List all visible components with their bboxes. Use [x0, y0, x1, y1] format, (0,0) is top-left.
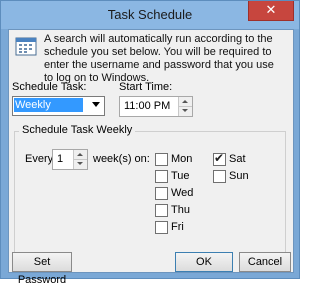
checkbox-mon[interactable] [155, 153, 168, 166]
day-label-fri: Fri [171, 221, 184, 233]
group-title: Schedule Task Weekly [19, 124, 136, 136]
cancel-button[interactable]: Cancel [239, 252, 291, 272]
start-time-value: 11:00 PM [124, 100, 171, 112]
arrow-up-icon [77, 153, 83, 156]
close-button[interactable]: ✕ [248, 1, 294, 21]
checkbox-fri[interactable] [155, 221, 168, 234]
dialog-body: A search will automatically run accordin… [8, 29, 294, 286]
start-time-up-button[interactable] [179, 97, 192, 107]
every-weeks-spinner [73, 150, 87, 169]
checkmark-icon: ✔ [214, 151, 225, 165]
arrow-down-icon [77, 161, 83, 165]
start-time-input[interactable]: 11:00 PM [119, 96, 193, 117]
day-label-sat: Sat [229, 153, 246, 165]
day-label-mon: Mon [171, 153, 193, 165]
day-label-thu: Thu [171, 204, 190, 216]
ok-button[interactable]: OK [175, 252, 233, 272]
every-weeks-down-button[interactable] [74, 160, 87, 170]
schedule-weekly-group: Schedule Task Weekly Every 1 week(s) on:… [14, 124, 286, 254]
every-label: Every [25, 153, 54, 165]
start-time-label: Start Time: [119, 81, 173, 93]
every-weeks-input[interactable]: 1 [52, 149, 88, 170]
info-message: A search will automatically run accordin… [44, 33, 274, 84]
day-label-sun: Sun [229, 170, 249, 182]
checkbox-sun[interactable] [213, 170, 226, 183]
every-weeks-value: 1 [57, 153, 64, 165]
chevron-down-icon[interactable] [92, 102, 100, 107]
schedule-task-selected-value: Weekly [14, 98, 83, 112]
task-schedule-window: Task Schedule ✕ A search will automatica… [0, 0, 300, 286]
weeks-on-label: week(s) on: [93, 153, 150, 165]
arrow-up-icon [182, 100, 188, 103]
schedule-task-label: Schedule Task: [12, 81, 87, 93]
calendar-icon [15, 37, 37, 56]
checkbox-sat[interactable]: ✔ [213, 151, 226, 166]
set-password-button[interactable]: Set Password [12, 252, 72, 286]
close-icon: ✕ [265, 2, 277, 17]
start-time-down-button[interactable] [179, 107, 192, 117]
day-label-tue: Tue [171, 170, 190, 182]
checkbox-wed[interactable] [155, 187, 168, 200]
arrow-down-icon [182, 108, 188, 112]
every-weeks-up-button[interactable] [74, 150, 87, 160]
button-bar: Set Password OK Cancel [9, 252, 293, 286]
day-label-wed: Wed [171, 187, 194, 199]
checkbox-thu[interactable] [155, 204, 168, 217]
start-time-spinner [178, 97, 192, 116]
checkbox-tue[interactable] [155, 170, 168, 183]
title-bar[interactable]: Task Schedule ✕ [1, 1, 299, 29]
schedule-task-dropdown[interactable]: Weekly [12, 96, 105, 116]
